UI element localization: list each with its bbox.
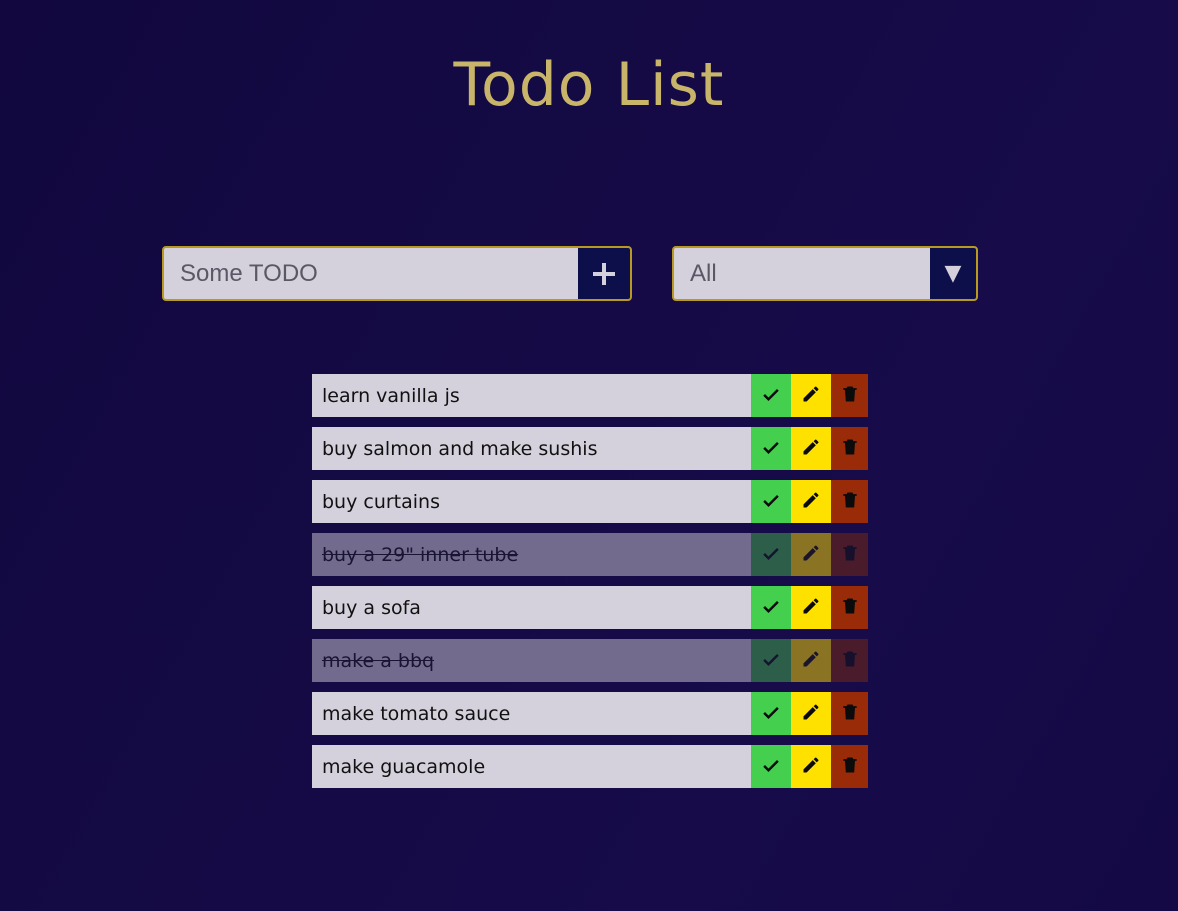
pencil-icon <box>801 596 821 620</box>
edit-button[interactable] <box>791 533 831 576</box>
pencil-icon <box>801 384 821 408</box>
todo-text: learn vanilla js <box>312 374 751 417</box>
todo-text: buy curtains <box>312 480 751 523</box>
delete-button[interactable] <box>831 692 868 735</box>
pencil-icon <box>801 437 821 461</box>
complete-button[interactable] <box>751 586 791 629</box>
todo-item: learn vanilla js <box>312 374 868 417</box>
complete-button[interactable] <box>751 533 791 576</box>
complete-button[interactable] <box>751 374 791 417</box>
complete-button[interactable] <box>751 692 791 735</box>
trash-icon <box>840 490 860 514</box>
delete-button[interactable] <box>831 586 868 629</box>
todo-item: buy a 29" inner tube <box>312 533 868 576</box>
edit-button[interactable] <box>791 374 831 417</box>
filter-selected-value[interactable]: All <box>674 248 930 299</box>
todo-item: make tomato sauce <box>312 692 868 735</box>
pencil-icon <box>801 649 821 673</box>
trash-icon <box>840 543 860 567</box>
check-icon <box>761 437 781 461</box>
todo-item: buy a sofa <box>312 586 868 629</box>
complete-button[interactable] <box>751 639 791 682</box>
check-icon <box>761 384 781 408</box>
edit-button[interactable] <box>791 639 831 682</box>
delete-button[interactable] <box>831 427 868 470</box>
complete-button[interactable] <box>751 480 791 523</box>
plus-icon <box>593 262 615 285</box>
todo-list: learn vanilla js buy salmon and make sush… <box>312 374 868 798</box>
todo-input[interactable] <box>164 248 578 299</box>
todo-item: buy curtains <box>312 480 868 523</box>
trash-icon <box>840 437 860 461</box>
edit-button[interactable] <box>791 692 831 735</box>
edit-button[interactable] <box>791 586 831 629</box>
edit-button[interactable] <box>791 480 831 523</box>
delete-button[interactable] <box>831 533 868 576</box>
check-icon <box>761 649 781 673</box>
check-icon <box>761 702 781 726</box>
todo-text: buy salmon and make sushis <box>312 427 751 470</box>
trash-icon <box>840 596 860 620</box>
edit-button[interactable] <box>791 745 831 788</box>
pencil-icon <box>801 755 821 779</box>
pencil-icon <box>801 702 821 726</box>
pencil-icon <box>801 490 821 514</box>
edit-button[interactable] <box>791 427 831 470</box>
delete-button[interactable] <box>831 480 868 523</box>
trash-icon <box>840 649 860 673</box>
trash-icon <box>840 755 860 779</box>
todo-item: make guacamole <box>312 745 868 788</box>
todo-text: make tomato sauce <box>312 692 751 735</box>
chevron-down-icon[interactable]: ▼ <box>930 248 976 299</box>
trash-icon <box>840 384 860 408</box>
check-icon <box>761 490 781 514</box>
todo-text: make guacamole <box>312 745 751 788</box>
todo-text: make a bbq <box>312 639 751 682</box>
check-icon <box>761 543 781 567</box>
delete-button[interactable] <box>831 374 868 417</box>
todo-item: buy salmon and make sushis <box>312 427 868 470</box>
trash-icon <box>840 702 860 726</box>
filter-select[interactable]: All ▼ <box>672 246 978 301</box>
add-todo-button[interactable] <box>578 248 630 299</box>
todo-text: buy a 29" inner tube <box>312 533 751 576</box>
todo-form <box>162 246 632 301</box>
delete-button[interactable] <box>831 745 868 788</box>
check-icon <box>761 596 781 620</box>
pencil-icon <box>801 543 821 567</box>
delete-button[interactable] <box>831 639 868 682</box>
complete-button[interactable] <box>751 745 791 788</box>
complete-button[interactable] <box>751 427 791 470</box>
check-icon <box>761 755 781 779</box>
todo-text: buy a sofa <box>312 586 751 629</box>
page-title: Todo List <box>453 50 725 120</box>
todo-item: make a bbq <box>312 639 868 682</box>
